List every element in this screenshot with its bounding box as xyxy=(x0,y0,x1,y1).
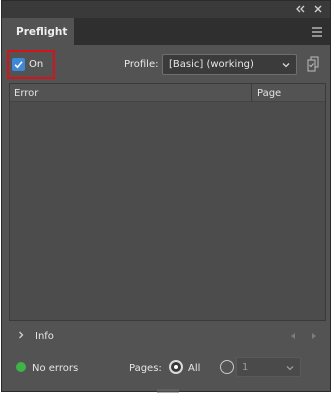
preflight-panel: Preflight On Profile: [Basic] (working) xyxy=(1,0,331,393)
info-section: Info xyxy=(2,326,330,346)
status-indicator-dot xyxy=(16,362,26,372)
profile-dropdown[interactable]: [Basic] (working) xyxy=(162,54,297,75)
column-divider[interactable] xyxy=(251,84,252,102)
column-header-page[interactable]: Page xyxy=(257,88,281,99)
chevron-right-icon[interactable] xyxy=(16,330,26,340)
column-header-error[interactable]: Error xyxy=(14,88,38,99)
resize-grip-icon[interactable] xyxy=(157,385,179,393)
close-icon[interactable] xyxy=(311,2,325,16)
pages-all-radio[interactable] xyxy=(169,360,183,374)
profile-label: Profile: xyxy=(124,59,159,70)
radio-selected-dot xyxy=(174,365,178,369)
pages-range-radio[interactable] xyxy=(220,360,234,374)
info-label[interactable]: Info xyxy=(35,331,54,342)
error-table[interactable]: Error Page xyxy=(9,83,326,321)
pages-label: Pages: xyxy=(129,363,162,374)
checkmark-icon xyxy=(14,61,23,69)
triangle-right-icon[interactable] xyxy=(309,331,319,341)
on-checkbox[interactable] xyxy=(12,58,25,71)
on-label[interactable]: On xyxy=(29,59,43,70)
chevron-down-icon xyxy=(281,60,291,70)
tab-preflight[interactable]: Preflight xyxy=(2,18,74,45)
triangle-left-icon[interactable] xyxy=(288,331,298,341)
tab-label: Preflight xyxy=(16,26,68,38)
pages-all-label[interactable]: All xyxy=(188,363,200,374)
table-header: Error Page xyxy=(10,84,325,102)
status-text: No errors xyxy=(32,363,79,374)
page-range-dropdown[interactable]: 1 xyxy=(236,357,301,377)
define-profiles-icon[interactable] xyxy=(305,55,322,74)
tab-strip: Preflight xyxy=(2,18,330,45)
page-range-value: 1 xyxy=(242,362,249,373)
collapse-panel-icon[interactable] xyxy=(294,2,308,16)
panel-top-bar xyxy=(2,1,330,18)
profile-value: [Basic] (working) xyxy=(169,59,254,70)
hamburger-menu-icon[interactable] xyxy=(310,26,324,38)
chevron-down-icon xyxy=(285,363,295,373)
